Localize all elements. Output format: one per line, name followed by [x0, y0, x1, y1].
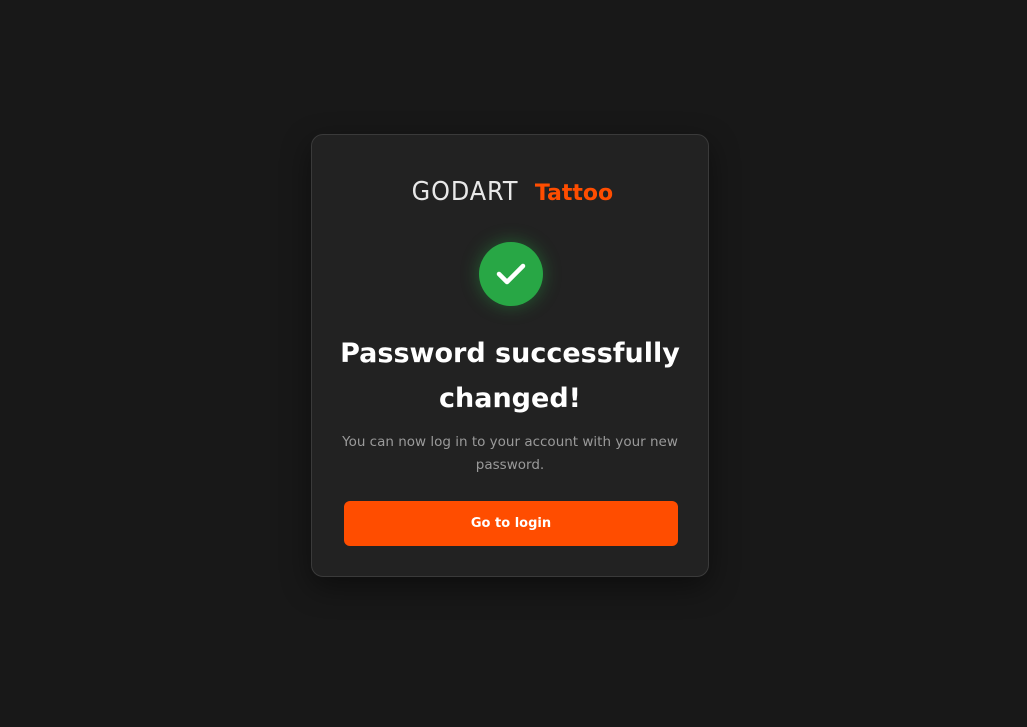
brand-tagline: Tattoo [534, 181, 614, 206]
success-badge [479, 242, 543, 306]
go-to-login-button[interactable]: Go to login [344, 501, 678, 546]
checkmark-icon [496, 263, 526, 285]
brand-logo: GODART Tattoo [312, 177, 708, 211]
page-title: Password successfully changed! [340, 338, 680, 414]
page-subtitle: You can now log in to your account with … [342, 434, 678, 473]
brand-name: GODART [411, 177, 519, 207]
password-changed-card: GODART Tattoo Password successfully chan… [311, 134, 709, 577]
